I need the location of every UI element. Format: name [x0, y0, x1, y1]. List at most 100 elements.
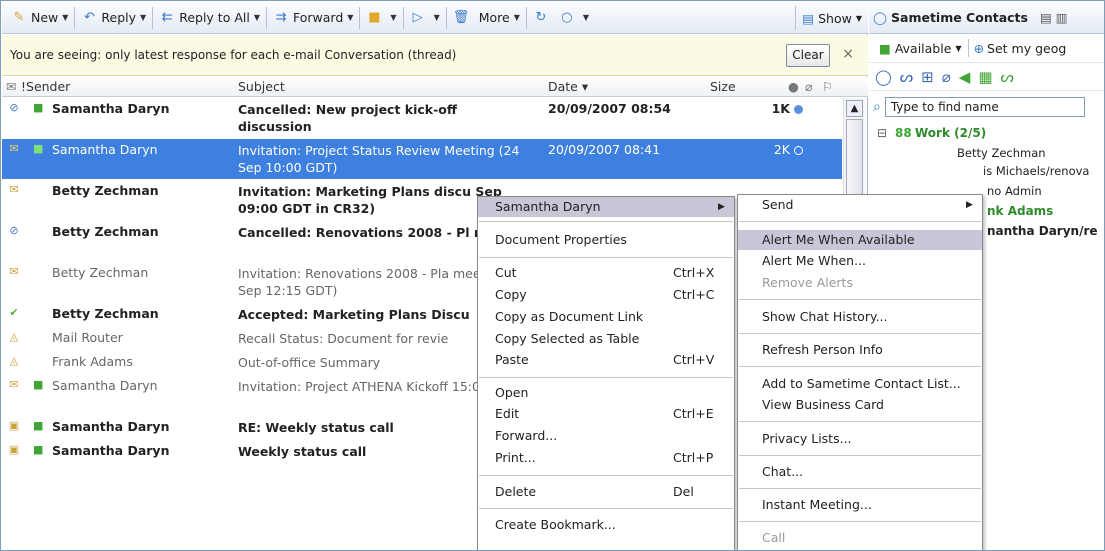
- toolbar-separator: [265, 6, 267, 29]
- sender-column[interactable]: !Sender: [21, 79, 70, 94]
- chevron-down-icon: ▼: [513, 13, 520, 22]
- refresh-button[interactable]: ↻: [530, 6, 556, 30]
- more-button[interactable]: More ▼: [476, 6, 523, 30]
- menu-item-paste[interactable]: Paste Ctrl+V: [478, 350, 734, 370]
- online-status-icon: ■: [33, 419, 44, 432]
- reply-icon: ↶: [83, 9, 95, 25]
- sametime-title: Sametime Contacts: [891, 10, 1028, 25]
- pane-menu-icon[interactable]: ▤ ▥: [1040, 10, 1068, 25]
- menu-item-delete[interactable]: Delete Del: [478, 482, 734, 502]
- menu-item-refresh-person-info[interactable]: Refresh Person Info: [738, 340, 883, 360]
- toolbar-separator: [359, 6, 361, 29]
- menu-item-add-to-contact-list[interactable]: Add to Sametime Contact List...: [738, 374, 961, 394]
- table-row[interactable]: ⊘ ■ Samantha Daryn Cancelled: New projec…: [2, 98, 842, 138]
- contact-search: ⌕ Type to find name: [873, 96, 1085, 118]
- menu-item-edit[interactable]: Edit Ctrl+E: [478, 404, 734, 424]
- menu-item-cut[interactable]: Cut Ctrl+X: [478, 263, 734, 283]
- clear-button[interactable]: Clear: [786, 44, 830, 67]
- toolbar-separator: [402, 6, 404, 29]
- contact-item[interactable]: nk Adams: [987, 204, 1053, 218]
- add-contact-icon[interactable]: ᔕ: [900, 68, 913, 86]
- flag-column-icon[interactable]: ⚐: [822, 79, 833, 94]
- menu-item-print[interactable]: Print... Ctrl+P: [478, 448, 734, 468]
- menu-item-create-bookmark[interactable]: Create Bookmark...: [478, 515, 616, 535]
- menu-item-show-chat-history[interactable]: Show Chat History...: [738, 307, 888, 327]
- menu-separator: [479, 377, 733, 378]
- attach-icon[interactable]: ⌀: [942, 68, 951, 86]
- search-button[interactable]: ○ ▼: [556, 6, 592, 30]
- status-dropdown[interactable]: Available: [895, 41, 952, 56]
- contact-item[interactable]: nantha Daryn/re: [987, 224, 1098, 238]
- reply-all-button[interactable]: ⇇ Reply to All ▼: [156, 6, 263, 30]
- date-column[interactable]: Date ▾: [548, 79, 588, 94]
- refresh-icon: ↻: [535, 9, 547, 25]
- menu-separator: [479, 257, 733, 258]
- forward-button[interactable]: ⇉ Forward ▼: [270, 6, 356, 30]
- meeting-icon[interactable]: ⊞: [921, 68, 934, 86]
- sametime-toolbar: ◯ ᔕ ⊞ ⌀ ◀ ▦ ᔕ: [869, 63, 1104, 91]
- contacts-icon[interactable]: ▦: [978, 68, 992, 86]
- group-work[interactable]: Work (2/5): [915, 126, 986, 140]
- menu-item-copy[interactable]: Copy Ctrl+C: [478, 285, 734, 305]
- contact-item[interactable]: is Michaels/renova: [983, 164, 1089, 178]
- menu-item-send[interactable]: Send ▶: [738, 195, 982, 215]
- reply-button[interactable]: ↶ Reply ▼: [78, 6, 149, 30]
- menu-item-privacy-lists[interactable]: Privacy Lists...: [738, 429, 852, 449]
- scroll-up-icon[interactable]: ▲: [846, 100, 863, 117]
- chat-icon[interactable]: ◯: [875, 68, 892, 86]
- menu-item-remove-alerts[interactable]: Remove Alerts: [738, 273, 853, 293]
- invitation-icon: ✉: [9, 265, 19, 278]
- menu-separator: [739, 299, 981, 300]
- menu-item-alert-me-when[interactable]: Alert Me When...: [738, 251, 866, 271]
- trash-icon: 🗑: [452, 9, 470, 25]
- menu-item-chat[interactable]: Chat...: [738, 462, 803, 482]
- contact-item[interactable]: Betty Zechman: [957, 146, 1046, 160]
- chevron-down-icon: ▼: [582, 13, 590, 22]
- folder-button[interactable]: ■ ▼: [363, 6, 399, 30]
- menu-item-instant-meeting[interactable]: Instant Meeting...: [738, 495, 872, 515]
- menu-item-samantha-daryn[interactable]: Samantha Daryn ▶: [478, 197, 734, 217]
- chevron-down-icon[interactable]: ▼: [955, 44, 961, 53]
- person-submenu: Send ▶ Alert Me When Available Alert Me W…: [737, 194, 983, 550]
- menu-item-open[interactable]: Open: [478, 383, 528, 403]
- delete-button[interactable]: 🗑: [450, 6, 476, 30]
- menu-item-forward[interactable]: Forward...: [478, 426, 557, 446]
- menu-item-copy-selected-as-table[interactable]: Copy Selected as Table: [478, 329, 639, 349]
- contact-item[interactable]: no Admin: [987, 184, 1042, 198]
- announce-icon[interactable]: ◀: [959, 68, 971, 86]
- new-button[interactable]: ✎ New ▼: [8, 6, 71, 30]
- toolbar-separator: [74, 6, 76, 29]
- globe-icon: ⊕: [973, 40, 985, 56]
- menu-item-call[interactable]: Call: [738, 528, 785, 548]
- show-button[interactable]: ▤ Show ▼: [795, 6, 862, 30]
- folder-mail-icon: ▣: [8, 443, 20, 456]
- mail-column-icon[interactable]: ✉: [6, 79, 16, 94]
- chevron-down-icon: ▼: [433, 13, 440, 22]
- close-icon[interactable]: ×: [842, 46, 854, 62]
- available-status-icon: ■: [879, 40, 891, 56]
- unread-dot-icon: [794, 105, 803, 114]
- set-geography-link[interactable]: Set my geog: [987, 41, 1066, 56]
- menu-item-copy-as-document-link[interactable]: Copy as Document Link: [478, 307, 643, 327]
- menu-item-document-properties[interactable]: Document Properties: [478, 230, 627, 250]
- size-column[interactable]: Size: [710, 79, 736, 94]
- toolbar-separator: [445, 6, 447, 29]
- menu-item-view-business-card[interactable]: View Business Card: [738, 395, 884, 415]
- menu-separator: [739, 488, 981, 489]
- unread-column-icon[interactable]: ●: [788, 79, 799, 94]
- group-icon[interactable]: ᔕ: [1001, 68, 1014, 86]
- table-row-selected[interactable]: ✉ ■ Samantha Daryn Invitation: Project S…: [2, 139, 842, 179]
- cancel-icon: ⊘: [9, 101, 19, 114]
- read-dot-icon: [794, 146, 803, 155]
- follow-up-button[interactable]: ▷ ▼: [407, 6, 443, 30]
- menu-item-alert-me-when-available[interactable]: Alert Me When Available: [738, 230, 982, 250]
- search-input[interactable]: Type to find name: [884, 97, 1085, 117]
- menu-separator: [739, 421, 981, 422]
- toolbar-separator: [152, 6, 154, 29]
- show-icon: ▤: [802, 10, 815, 26]
- info-text: You are seeing: only latest response for…: [10, 48, 457, 62]
- recall-icon: ◬: [9, 330, 19, 343]
- attachment-column-icon[interactable]: ⌀: [805, 79, 813, 94]
- subject-column[interactable]: Subject: [238, 79, 285, 94]
- collapse-icon[interactable]: ⊟: [877, 126, 887, 140]
